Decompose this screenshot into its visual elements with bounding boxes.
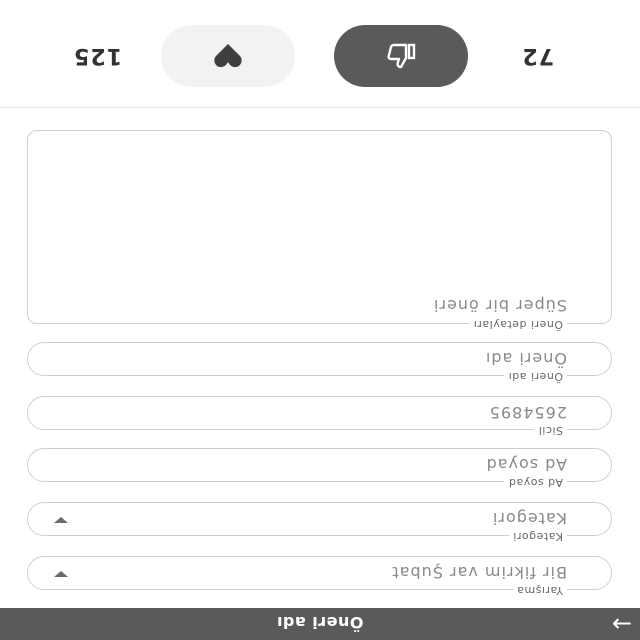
full-name-label: Ad soyad bbox=[504, 475, 567, 489]
like-button[interactable] bbox=[334, 25, 468, 87]
thumbs-up-icon bbox=[387, 43, 416, 69]
full-name-field[interactable]: Ad soyad Ad soyad bbox=[27, 448, 612, 489]
suggestion-details-placeholder: Süper bir öneri bbox=[432, 296, 567, 315]
divider bbox=[0, 107, 640, 108]
heart-button[interactable] bbox=[161, 25, 295, 87]
suggestion-name-label: Öneri adı bbox=[504, 369, 567, 383]
suggestion-name-field[interactable]: Öneri adı Öneri adı bbox=[27, 342, 612, 383]
suggestion-details-label: Öneri detayları bbox=[469, 317, 567, 331]
registry-value: 2654895 bbox=[488, 403, 567, 422]
top-bar: → Öneri adı bbox=[0, 608, 640, 640]
chevron-down-icon bbox=[54, 571, 68, 577]
heart-icon bbox=[214, 44, 242, 68]
competition-value: Bir fikrim var Şubat bbox=[391, 563, 567, 582]
suggestion-screen: → Öneri adı Yarışma Bir fikrim var Şubat… bbox=[0, 0, 640, 640]
page-title: Öneri adı bbox=[276, 613, 364, 632]
category-select[interactable]: Kategori Kategori bbox=[27, 502, 612, 543]
full-name-placeholder: Ad soyad bbox=[485, 455, 567, 474]
competition-select[interactable]: Yarışma Bir fikrim var Şubat bbox=[27, 556, 612, 597]
competition-label: Yarışma bbox=[512, 583, 567, 597]
category-label: Kategori bbox=[508, 529, 567, 543]
registry-field[interactable]: Sicil 2654895 bbox=[27, 396, 612, 437]
chevron-down-icon bbox=[54, 517, 68, 523]
like-count: 72 bbox=[521, 43, 554, 68]
suggestion-name-placeholder: Öneri adı bbox=[484, 349, 567, 368]
registry-label: Sicil bbox=[534, 423, 567, 437]
suggestion-details-field[interactable]: Öneri detayları Süper bir öneri bbox=[27, 130, 612, 331]
category-value: Kategori bbox=[491, 509, 567, 528]
heart-count: 125 bbox=[73, 43, 122, 68]
